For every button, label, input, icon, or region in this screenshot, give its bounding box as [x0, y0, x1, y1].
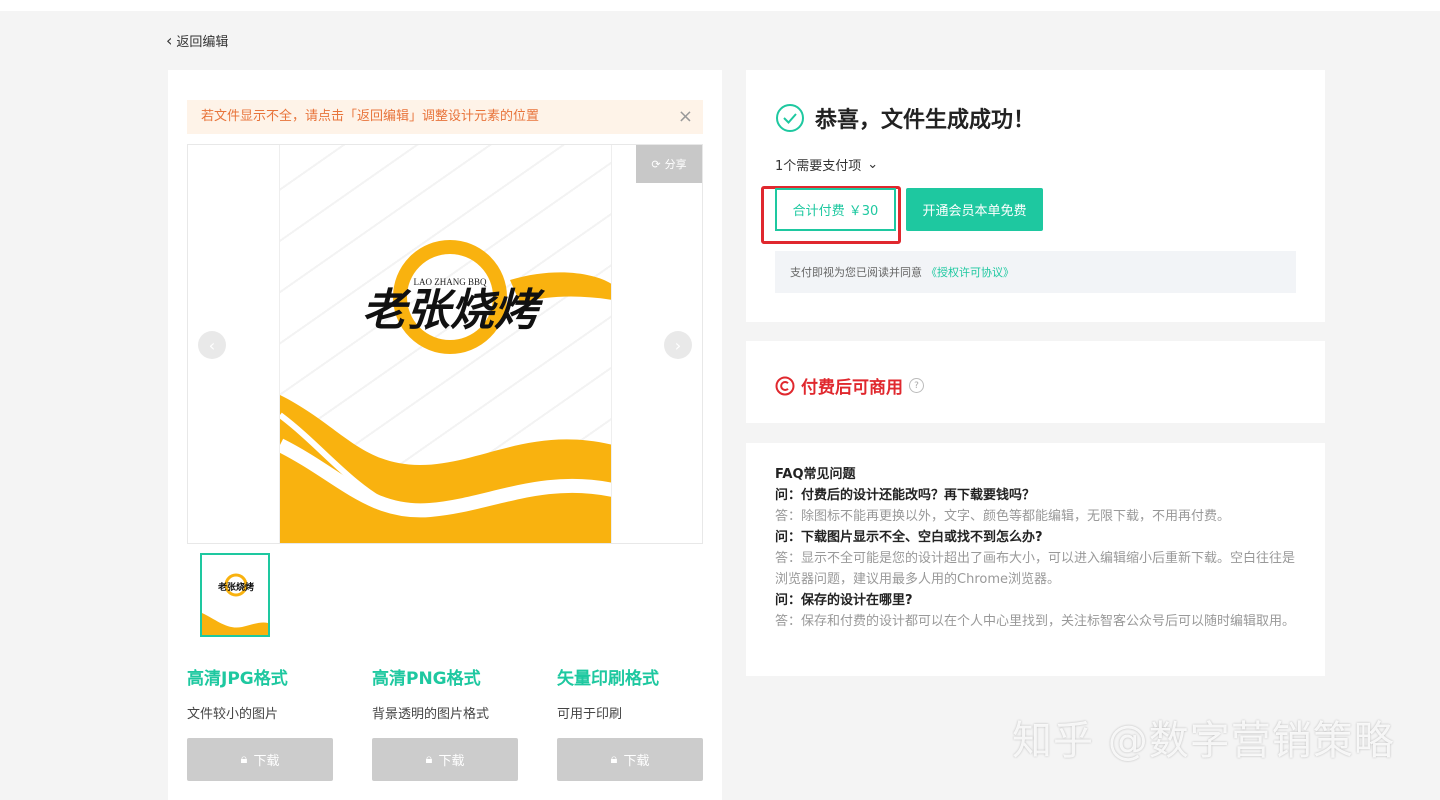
faq-list: FAQ常见问题 问：付费后的设计还能改吗？再下载要钱吗？ 答：除图标不能再更换以… — [775, 464, 1305, 632]
format-desc: 文件较小的图片 — [187, 707, 279, 722]
download-vector-button[interactable]: 🔒︎ 下载 — [557, 738, 703, 781]
close-icon[interactable]: × — [678, 100, 693, 134]
notice-banner: 若文件显示不全，请点击「返回编辑」调整设计元素的位置 × — [187, 100, 703, 134]
faq-question: 问：保存的设计在哪里? — [775, 593, 913, 608]
preview-card: 若文件显示不全，请点击「返回编辑」调整设计元素的位置 × LAO ZHANG B… — [168, 70, 722, 800]
preview-area: LAO ZHANG BBQ 老张烧烤 ⟳ 分享 ‹ › — [187, 144, 703, 544]
download-jpg-button[interactable]: 🔒︎ 下载 — [187, 738, 333, 781]
agreement-text: 支付即视为您已阅读并同意 — [790, 266, 922, 279]
chevron-left-icon: ‹ — [208, 335, 216, 355]
share-button[interactable]: ⟳ 分享 — [636, 145, 702, 183]
download-png-button[interactable]: 🔒︎ 下载 — [372, 738, 518, 781]
commercial-label: 付费后可商用 — [801, 378, 903, 398]
faq-answer: 答：显示不全可能是您的设计超出了画布大小，可以进入编辑缩小后重新下载。空白往往是… — [775, 551, 1296, 587]
format-desc: 背景透明的图片格式 — [372, 707, 490, 722]
format-title: 高清JPG格式 — [187, 669, 288, 689]
share-label: 分享 — [664, 158, 687, 171]
download-label: 下载 — [438, 754, 465, 769]
back-to-edit-link[interactable]: ‹ 返回编辑 — [166, 31, 228, 50]
share-icon: ⟳ — [651, 157, 661, 171]
faq-card: FAQ常见问题 问：付费后的设计还能改吗？再下载要钱吗？ 答：除图标不能再更换以… — [746, 443, 1325, 676]
chevron-left-icon: ‹ — [166, 30, 173, 50]
commercial-card: 付费后可商用 ? — [746, 341, 1325, 423]
lock-icon: 🔒︎ — [240, 752, 248, 767]
watermark: 知乎 @数字营销策略 — [1012, 718, 1395, 764]
format-jpg: 高清JPG格式 文件较小的图片 🔒︎ 下载 — [187, 664, 335, 781]
notice-text: 若文件显示不全，请点击「返回编辑」调整设计元素的位置 — [201, 109, 540, 124]
help-icon[interactable]: ? — [909, 378, 924, 393]
faq-question: 问：付费后的设计还能改吗？再下载要钱吗？ — [775, 488, 1036, 503]
faq-answer: 答：保存和付费的设计都可以在个人中心里找到，关注标智客公众号后可以随时编辑取用。 — [775, 614, 1296, 629]
thumb-logo-text: 老张烧烤 — [217, 581, 254, 593]
lock-icon: 🔒︎ — [425, 752, 433, 767]
pay-total-button[interactable]: 合计付费 ￥30 — [775, 188, 896, 231]
payment-card: 恭喜，文件生成成功！ 1个需要支付项 ⌄ 合计付费 ￥30 开通会员本单免费 支… — [746, 70, 1325, 322]
format-title: 矢量印刷格式 — [557, 669, 659, 689]
format-title: 高清PNG格式 — [372, 669, 481, 689]
pay-items-dropdown[interactable]: 1个需要支付项 ⌄ — [775, 155, 878, 174]
commercial-status: 付费后可商用 ? — [775, 373, 924, 398]
prev-arrow-button[interactable]: ‹ — [198, 331, 226, 359]
copyright-icon — [775, 376, 795, 395]
faq-heading: FAQ常见问题 — [775, 467, 856, 482]
format-vector: 矢量印刷格式 可用于印刷 🔒︎ 下载 — [557, 664, 705, 781]
faq-question: 问：下载图片显示不全、空白或找不到怎么办? — [775, 530, 1043, 545]
chevron-right-icon: › — [674, 335, 682, 355]
logo-text: 老张烧烤 — [362, 285, 545, 336]
download-label: 下载 — [253, 754, 280, 769]
license-link[interactable]: 《授权许可协议》 — [926, 264, 1014, 280]
back-label: 返回编辑 — [176, 35, 229, 50]
check-circle-icon — [776, 104, 804, 132]
lock-icon: 🔒︎ — [610, 752, 618, 767]
faq-answer: 答：除图标不能再更换以外，文字、颜色等都能编辑，无限下载，不用再付费。 — [775, 509, 1231, 524]
success-title: 恭喜，文件生成成功！ — [815, 108, 1036, 133]
thumb-brush — [202, 613, 268, 635]
poster-artwork: LAO ZHANG BBQ 老张烧烤 — [280, 240, 611, 543]
chevron-down-icon: ⌄ — [867, 157, 879, 172]
thumbnail[interactable]: 老张烧烤 — [200, 553, 270, 637]
top-bar — [0, 0, 1440, 11]
agreement-note: 支付即视为您已阅读并同意 《授权许可协议》 — [775, 251, 1296, 293]
vip-free-button[interactable]: 开通会员本单免费 — [906, 188, 1043, 231]
thumbnail-artwork: 老张烧烤 — [202, 573, 268, 635]
poster-image: LAO ZHANG BBQ 老张烧烤 — [279, 145, 612, 543]
format-png: 高清PNG格式 背景透明的图片格式 🔒︎ 下载 — [372, 664, 520, 781]
next-arrow-button[interactable]: › — [664, 331, 692, 359]
pay-items-label: 1个需要支付项 — [775, 159, 862, 174]
success-header: 恭喜，文件生成成功！ — [775, 102, 1035, 134]
download-label: 下载 — [623, 754, 650, 769]
format-desc: 可用于印刷 — [557, 707, 623, 722]
